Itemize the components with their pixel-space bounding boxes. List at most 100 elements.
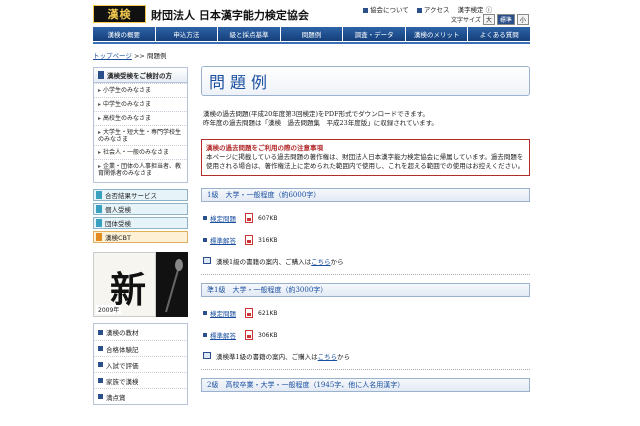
- section-heading: 準1級 大学・一般程度（約3000字）: [201, 283, 530, 297]
- sidebar-heading-label: 漢検受検をご検討の方: [107, 72, 172, 80]
- file-size: 621KB: [258, 309, 278, 317]
- book-text-after: から: [330, 257, 344, 266]
- nav-divider: [93, 42, 530, 44]
- notice-body: 本ページに掲載している過去問題の著作権は、財団法人日本漢字能力検定協会に帰属して…: [206, 153, 525, 170]
- pdf-icon[interactable]: [245, 213, 253, 223]
- file-size: 607KB: [258, 214, 278, 222]
- square-icon: [96, 219, 102, 227]
- book-icon: [203, 352, 211, 359]
- sidebar-menu: 小学生のみなさま 中学生のみなさま 高校生のみなさま 大学生・短大生・専門学校生…: [93, 83, 188, 183]
- individual-exam-label: 個人受検: [105, 206, 131, 214]
- intro-text: 漢検の過去問題(平成20年度第3回検定)をPDF形式でダウンロードできます。 昨…: [201, 110, 530, 128]
- nav-apply[interactable]: 申込方法: [155, 27, 218, 41]
- answer-pdf-link[interactable]: 標準解答: [210, 330, 236, 340]
- section-grade-1: 1級 大学・一般程度（約6000字） 検定問題 607KB 標準解答 316KB 漢…: [201, 188, 530, 275]
- pdf-icon[interactable]: [245, 235, 253, 245]
- book-link[interactable]: こちら: [311, 256, 331, 266]
- cbt-label: 漢検CBT: [105, 234, 131, 242]
- sidebar-link-stories[interactable]: 合格体験記: [94, 340, 187, 356]
- kanken-logo[interactable]: 漢検: [93, 5, 146, 23]
- individual-exam-button[interactable]: 個人受検: [93, 203, 188, 215]
- divider: [201, 369, 530, 370]
- section-heading: 2級 高校卒業・大学・一般程度（1945字、他に人名用漢字）: [201, 378, 530, 392]
- arrow-icon: [203, 238, 207, 242]
- book-info: 漢検1級の書籍の案内、ご購入は こちら から: [201, 255, 530, 266]
- link-about-label[interactable]: 協会について: [370, 6, 409, 14]
- answer-pdf-link[interactable]: 標準解答: [210, 235, 236, 245]
- square-icon: [96, 205, 102, 213]
- pdf-icon[interactable]: [245, 308, 253, 318]
- group-exam-button[interactable]: 団体受検: [93, 217, 188, 229]
- font-size-label: 文字サイズ: [451, 17, 481, 24]
- breadcrumb-home[interactable]: トップページ: [93, 52, 132, 60]
- download-row: 標準解答 306KB: [201, 329, 530, 341]
- square-icon: [416, 7, 422, 13]
- font-large-button[interactable]: 大: [482, 14, 495, 25]
- book-icon: [203, 257, 211, 264]
- section-grade-pre1: 準1級 大学・一般程度（約3000字） 検定問題 621KB 標準解答 306KB …: [201, 283, 530, 370]
- nav-data[interactable]: 調査・データ: [343, 27, 405, 41]
- bookmark-icon: [98, 71, 104, 79]
- microphone-photo: [156, 252, 188, 317]
- sidebar-item-elementary[interactable]: 小学生のみなさま: [94, 83, 187, 97]
- intro-line: 漢検の過去問題(平成20年度第3回検定)をPDF形式でダウンロードできます。: [203, 110, 429, 118]
- link-about[interactable]: 協会について: [363, 4, 409, 14]
- sidebar-link-perfect[interactable]: 満点賞: [94, 388, 187, 404]
- square-icon: [96, 233, 102, 241]
- result-service-button[interactable]: 合否結果サービス: [93, 189, 188, 201]
- org-name: 財団法人 日本漢字能力検定協会: [151, 9, 309, 22]
- intro-line: 昨年度の過去問題は「漢検 過去問題集 平成23年度版」に収録されています。: [203, 119, 438, 127]
- microphone-icon: [165, 259, 183, 313]
- book-link[interactable]: こちら: [318, 351, 338, 361]
- sidebar: 漢検受検をご検討の方 小学生のみなさま 中学生のみなさま 高校生のみなさま 大学…: [93, 67, 188, 243]
- global-nav: 漢検の概要 申込方法 級と採点基準 問題例 調査・データ 漢検のメリット よくあ…: [93, 27, 531, 41]
- file-size: 316KB: [258, 236, 278, 244]
- exam-pdf-link[interactable]: 検定問題: [210, 213, 236, 223]
- file-size: 306KB: [258, 331, 278, 339]
- sidebar-item-high[interactable]: 高校生のみなさま: [94, 111, 187, 125]
- link-access-label[interactable]: アクセス: [424, 6, 450, 14]
- pdf-icon[interactable]: [245, 330, 253, 340]
- sidebar-item-university[interactable]: 大学生・短大生・専門学校生のみなさま: [94, 125, 187, 145]
- section-grade-2: 2級 高校卒業・大学・一般程度（1945字、他に人名用漢字）: [201, 378, 530, 392]
- nav-faq[interactable]: よくある質問: [468, 27, 531, 41]
- divider: [201, 274, 530, 275]
- group-exam-label: 団体受検: [105, 220, 131, 228]
- notice-box: 漢検の過去問題をご利用の際の注意事項 本ページに掲載している過去問題の著作権は、…: [201, 139, 530, 176]
- nav-merit[interactable]: 漢検のメリット: [405, 27, 468, 41]
- exam-pdf-link[interactable]: 検定問題: [210, 308, 236, 318]
- font-standard-button[interactable]: 標準: [496, 14, 515, 25]
- square-icon: [363, 7, 368, 13]
- download-row: 検定問題 607KB: [201, 212, 530, 224]
- breadcrumb-sep: >>: [133, 52, 145, 60]
- section-heading: 1級 大学・一般程度（約6000字）: [201, 188, 530, 202]
- square-icon: [96, 191, 102, 199]
- arrow-icon: [203, 311, 207, 315]
- nav-grades[interactable]: 級と採点基準: [218, 27, 280, 41]
- book-info: 漢検準1級の書籍の案内、ご購入は こちら から: [201, 350, 530, 361]
- cbt-button[interactable]: 漢検CBT: [93, 231, 188, 243]
- sidebar-link-entrance[interactable]: 入試で評価: [94, 356, 187, 372]
- book-text: 漢検準1級の書籍の案内、ご購入は: [216, 352, 318, 361]
- kanji-of-year-photo[interactable]: 新 2009年: [93, 252, 156, 317]
- photo-year: 2009年: [96, 305, 122, 314]
- sidebar-links: 漢検の教材 合格体験記 入試で評価 家族で漢検 満点賞: [93, 323, 188, 405]
- sidebar-item-junior[interactable]: 中学生のみなさま: [94, 97, 187, 111]
- sidebar-item-adult[interactable]: 社会人・一般のみなさま: [94, 145, 187, 159]
- sidebar-item-corporate[interactable]: 企業・団体の人事担当者、教育関係者のみなさま: [94, 159, 187, 182]
- sidebar-link-family[interactable]: 家族で漢検: [94, 372, 187, 388]
- sidebar-link-materials[interactable]: 漢検の教材: [94, 324, 187, 340]
- link-kanji[interactable]: 漢字検定 ⓘ: [458, 4, 493, 14]
- sidebar-heading: 漢検受検をご検討の方: [93, 67, 188, 83]
- font-small-button[interactable]: 小: [516, 14, 529, 25]
- arrow-icon: [203, 333, 207, 337]
- font-size-switcher: 文字サイズ 大 標準 小: [451, 14, 529, 25]
- nav-examples[interactable]: 問題例: [280, 27, 343, 41]
- nav-overview[interactable]: 漢検の概要: [93, 27, 155, 41]
- page-title: 問題例: [201, 66, 530, 96]
- link-access[interactable]: アクセス: [416, 4, 450, 14]
- result-service-label: 合否結果サービス: [105, 192, 157, 200]
- book-text-after: から: [337, 352, 351, 361]
- main-content: 問題例 漢検の過去問題(平成20年度第3回検定)をPDF形式でダウンロードできま…: [201, 66, 530, 392]
- top-links: 協会について アクセス 漢字検定 ⓘ: [363, 4, 492, 14]
